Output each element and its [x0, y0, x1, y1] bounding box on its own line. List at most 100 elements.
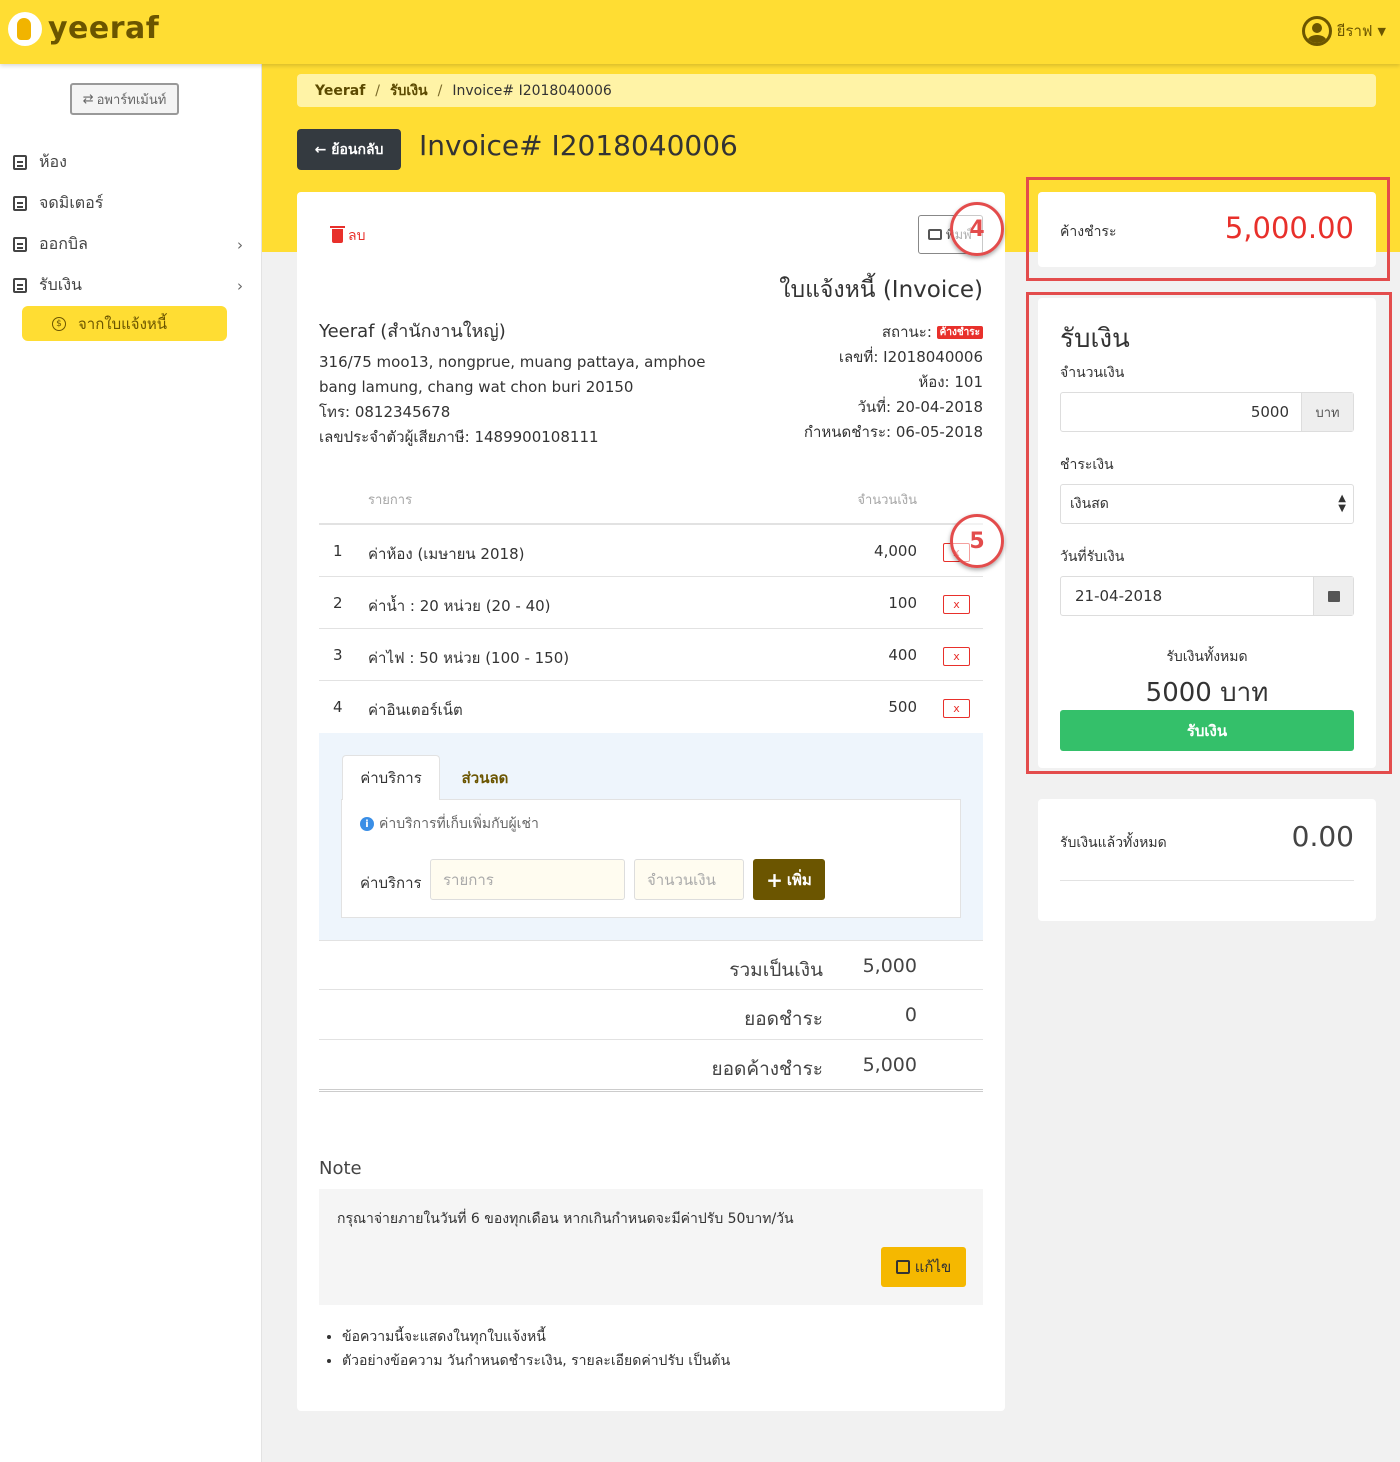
sidebar: ⇄ อพาร์ทเม้นท์ ห้อง จดมิเตอร์ ออกบิล › ร… — [0, 64, 262, 1462]
sidebar-subitem-from-invoice[interactable]: $ จากใบแจ้งหนี้ — [22, 306, 227, 341]
note-hints: ข้อความนี้จะแสดงในทุกใบแจ้งหนี้ ตัวอย่าง… — [342, 1325, 730, 1373]
status-badge: ค้างชำระ — [936, 326, 983, 339]
switch-apartment-button[interactable]: ⇄ อพาร์ทเม้นท์ — [70, 83, 179, 115]
total-row: ยอดค้างชำระ 5,000 — [319, 1040, 983, 1090]
row-amount: 4,000 — [874, 542, 917, 560]
total-row: รวมเป็นเงิน 5,000 — [319, 940, 983, 990]
coin-icon: $ — [52, 316, 66, 331]
sidebar-item-label: ห้อง — [39, 152, 67, 171]
column-header-amount: จำนวนเงิน — [857, 493, 917, 508]
total-row: ยอดชำระ 0 — [319, 990, 983, 1040]
sidebar-subitem-label: จากใบแจ้งหนี้ — [78, 314, 168, 333]
row-amount: 500 — [888, 698, 917, 716]
breadcrumb-separator: / — [437, 82, 443, 99]
remove-row-button[interactable]: x — [943, 595, 970, 614]
plus-icon: + — [766, 867, 783, 892]
sidebar-item-billing[interactable]: ออกบิล › — [13, 232, 243, 257]
chevron-right-icon: › — [237, 276, 243, 295]
sidebar-item-label: รับเงิน — [39, 275, 82, 294]
invoice-date: วันที่: 20-04-2018 — [857, 398, 983, 416]
invoice-room: ห้อง: 101 — [918, 373, 983, 391]
app-logo[interactable]: yeeraf — [8, 11, 159, 46]
meter-icon — [13, 196, 27, 211]
company-name: Yeeraf (สำนักงานใหญ่) — [319, 321, 506, 342]
column-header-item: รายการ — [368, 493, 413, 508]
service-fee-form: i ค่าบริการที่เก็บเพิ่มกับผู้เช่า ค่าบริ… — [341, 799, 961, 918]
edit-icon — [895, 1260, 910, 1274]
fee-label: ค่าบริการ — [360, 874, 422, 892]
tab-service-fee[interactable]: ค่าบริการ — [342, 755, 440, 800]
total-label: รวมเป็นเงิน — [729, 959, 823, 981]
invoice-status: สถานะ: ค้างชำระ — [804, 320, 983, 345]
logo-text: yeeraf — [48, 11, 160, 46]
switch-apartment-label: อพาร์ทเม้นท์ — [96, 92, 167, 108]
row-number: 4 — [333, 698, 343, 716]
invoice-card: ลบ พิมพ์ ใบแจ้งหนี้ (Invoice) Yeeraf (สำ… — [297, 192, 1005, 1411]
totals-divider — [319, 1089, 983, 1092]
annotation-highlight-payment — [1026, 292, 1392, 774]
total-value: 5,000 — [862, 1054, 917, 1076]
address-line: bang lamung, chang wat chon buri 20150 — [319, 378, 634, 396]
row-description: ค่าห้อง (เมษายน 2018) — [368, 545, 525, 563]
page-title: Invoice# I2018040006 — [419, 129, 738, 162]
annotation-marker-5: 5 — [950, 514, 1004, 568]
back-button[interactable]: ← ย้อนกลับ — [297, 129, 401, 170]
fee-item-input[interactable]: รายการ — [430, 859, 625, 900]
received-divider — [1060, 880, 1354, 881]
fee-amount-input[interactable]: จำนวนเงิน — [634, 859, 744, 900]
sidebar-item-label: จดมิเตอร์ — [39, 193, 104, 212]
sidebar-item-receive[interactable]: รับเงิน › — [13, 273, 243, 298]
total-label: ยอดค้างชำระ — [711, 1058, 823, 1080]
row-amount: 400 — [888, 646, 917, 664]
edit-note-button[interactable]: แก้ไข — [881, 1247, 966, 1287]
row-number: 2 — [333, 594, 343, 612]
sidebar-item-meter[interactable]: จดมิเตอร์ — [13, 191, 243, 216]
tab-discount[interactable]: ส่วนลด — [440, 755, 530, 800]
hint-item: ตัวอย่างข้อความ วันกำหนดชำระเงิน, รายละเ… — [342, 1349, 730, 1373]
swap-icon: ⇄ — [82, 91, 94, 107]
caret-down-icon: ▼ — [1377, 24, 1386, 38]
fee-info: i ค่าบริการที่เก็บเพิ่มกับผู้เช่า — [360, 813, 539, 835]
delete-label: ลบ — [348, 228, 366, 244]
chevron-right-icon: › — [237, 235, 243, 254]
breadcrumb-section[interactable]: รับเงิน — [390, 80, 428, 102]
remove-row-button[interactable]: x — [943, 647, 970, 666]
user-menu[interactable]: ยีราฟ ▼ — [1301, 16, 1386, 46]
row-description: ค่าน้ำ : 20 หน่วย (20 - 40) — [368, 597, 551, 615]
invoice-meta: สถานะ: ค้างชำระ เลขที่: I2018040006 ห้อง… — [804, 320, 983, 445]
company-tax-id: เลขประจำตัวผู้เสียภาษี: 1489900108111 — [319, 428, 599, 446]
invoice-due-date: กำหนดชำระ: 06-05-2018 — [803, 423, 983, 441]
annotation-highlight-outstanding — [1026, 177, 1390, 281]
remove-row-button[interactable]: x — [943, 699, 970, 718]
trash-icon — [330, 226, 345, 243]
arrow-left-icon: ← — [314, 141, 327, 158]
breadcrumb-root[interactable]: Yeeraf — [315, 83, 365, 99]
breadcrumb-separator: / — [375, 82, 381, 99]
row-description: ค่าไฟ : 50 หน่วย (100 - 150) — [368, 649, 570, 667]
table-row: 4 ค่าอินเตอร์เน็ต 500 x — [319, 681, 983, 733]
top-navbar: yeeraf ยีราฟ ▼ — [0, 0, 1400, 64]
receipt-icon — [13, 278, 27, 293]
sidebar-item-rooms[interactable]: ห้อง — [13, 150, 243, 175]
note-box: กรุณาจ่ายภายในวันที่ 6 ของทุกเดือน หากเก… — [319, 1189, 983, 1305]
invoice-number: เลขที่: I2018040006 — [838, 348, 983, 366]
status-label: สถานะ: — [881, 323, 932, 341]
info-icon: i — [360, 817, 374, 831]
delete-button[interactable]: ลบ — [330, 225, 366, 247]
table-row: 2 ค่าน้ำ : 20 หน่วย (20 - 40) 100 x — [319, 577, 983, 629]
note-title: Note — [319, 1158, 362, 1179]
row-number: 3 — [333, 646, 343, 664]
edit-label: แก้ไข — [914, 1258, 952, 1276]
note-text: กรุณาจ่ายภายในวันที่ 6 ของทุกเดือน หากเก… — [337, 1211, 794, 1227]
address-line: 316/75 moo13, nongprue, muang pattaya, a… — [319, 353, 706, 371]
room-icon — [13, 155, 27, 170]
extra-fee-panel: ค่าบริการ ส่วนลด i ค่าบริการที่เก็บเพิ่ม… — [319, 733, 983, 940]
user-avatar-icon — [1301, 16, 1332, 46]
add-fee-button[interactable]: + เพิ่ม — [753, 859, 825, 900]
row-description: ค่าอินเตอร์เน็ต — [368, 701, 463, 719]
table-row: 1 ค่าห้อง (เมษายน 2018) 4,000 x — [319, 525, 983, 577]
total-label: ยอดชำระ — [744, 1008, 823, 1030]
company-details: 316/75 moo13, nongprue, muang pattaya, a… — [319, 350, 705, 450]
row-amount: 100 — [888, 594, 917, 612]
printer-icon — [928, 229, 942, 240]
